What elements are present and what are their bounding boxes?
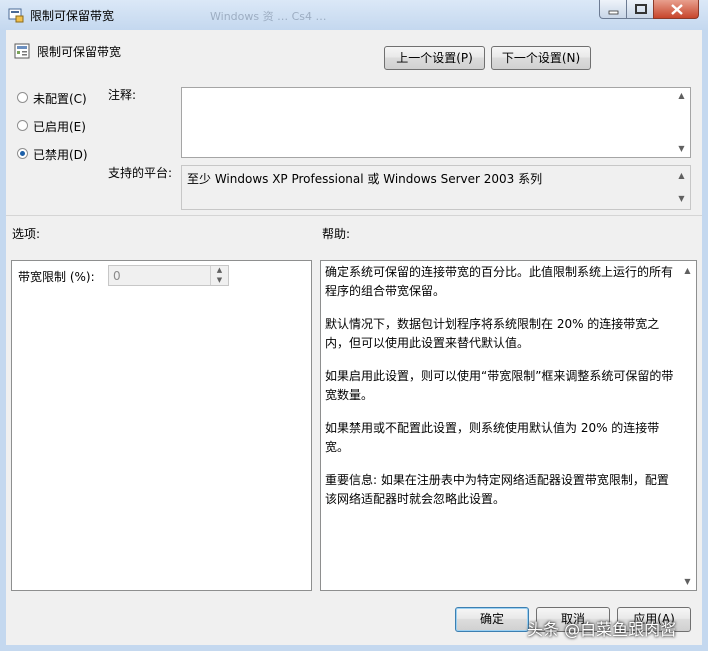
help-paragraph: 默认情况下，数据包计划程序将系统限制在 20% 的连接带宽之内，但可以使用此设置… [325,317,660,350]
policy-name-heading: 限制可保留带宽 [37,45,122,59]
help-label: 帮助: [322,227,351,241]
help-paragraph: 如果启用此设置，则可以使用“带宽限制”框来调整系统可保留的带宽数量。 [325,369,674,402]
spin-down-icon[interactable]: ▼ [210,275,228,285]
next-setting-button[interactable]: 下一个设置(N) [491,46,591,70]
scroll-up-icon[interactable]: ▲ [679,265,696,277]
minimize-icon [608,10,619,15]
help-paragraph: 如果禁用或不配置此设置，则系统使用默认值为 20% 的连接带宽。 [325,421,660,454]
scroll-down-icon[interactable]: ▼ [673,143,690,155]
comment-text [182,88,690,94]
minimize-button[interactable] [599,0,627,19]
background-window-ghost: Windows 资 … Cs4 … [210,10,327,23]
close-button[interactable] [653,0,699,19]
maximize-icon [635,4,647,14]
options-label: 选项: [12,227,41,241]
radio-label: 未配置(C) [33,92,87,106]
policy-app-icon [8,7,24,23]
comment-label: 注释: [108,88,137,102]
help-pane[interactable]: 确定系统可保留的连接带宽的百分比。此值限制系统上运行的所有程序的组合带宽保留。 … [320,260,697,591]
close-icon [671,4,683,15]
window-frame-bottom [0,645,708,651]
bandwidth-limit-label: 带宽限制 (%): [18,270,95,284]
window-frame-right [702,30,708,651]
radio-label: 已禁用(D) [33,148,88,162]
watermark-text: 头条 @白菜鱼跟肉酱 [527,620,677,639]
bandwidth-limit-value: 0 [113,269,121,283]
radio-circle[interactable] [17,120,28,131]
radio-label: 已启用(E) [33,120,86,134]
bandwidth-limit-spinner[interactable]: 0 ▲ ▼ [108,265,229,286]
scroll-up-icon[interactable]: ▲ [673,90,690,102]
help-text: 确定系统可保留的连接带宽的百分比。此值限制系统上运行的所有程序的组合带宽保留。 … [325,263,675,523]
help-paragraph: 重要信息: 如果在注册表中为特定网络适配器设置带宽限制，配置该网络适配器时就会忽… [325,473,669,506]
supported-platform-label: 支持的平台: [108,166,173,180]
scroll-up-icon[interactable]: ▲ [673,170,690,182]
ok-button[interactable]: 确定 [455,607,529,632]
comment-textarea[interactable]: ▲ ▼ [181,87,691,158]
supported-platform-text: 至少 Windows XP Professional 或 Windows Ser… [187,172,543,186]
radio-circle[interactable] [17,148,28,159]
scroll-down-icon[interactable]: ▼ [673,193,690,205]
supported-platform-field: 至少 Windows XP Professional 或 Windows Ser… [181,165,691,210]
policy-setting-icon [14,43,30,62]
scroll-down-icon[interactable]: ▼ [679,576,696,588]
divider [6,215,702,216]
help-paragraph: 确定系统可保留的连接带宽的百分比。此值限制系统上运行的所有程序的组合带宽保留。 [325,265,674,298]
spin-up-icon[interactable]: ▲ [210,266,228,275]
window-title: 限制可保留带宽 [30,9,115,23]
previous-setting-button[interactable]: 上一个设置(P) [384,46,485,70]
radio-circle[interactable] [17,92,28,103]
maximize-button[interactable] [626,0,654,19]
options-pane: 带宽限制 (%): 0 ▲ ▼ [11,260,312,591]
